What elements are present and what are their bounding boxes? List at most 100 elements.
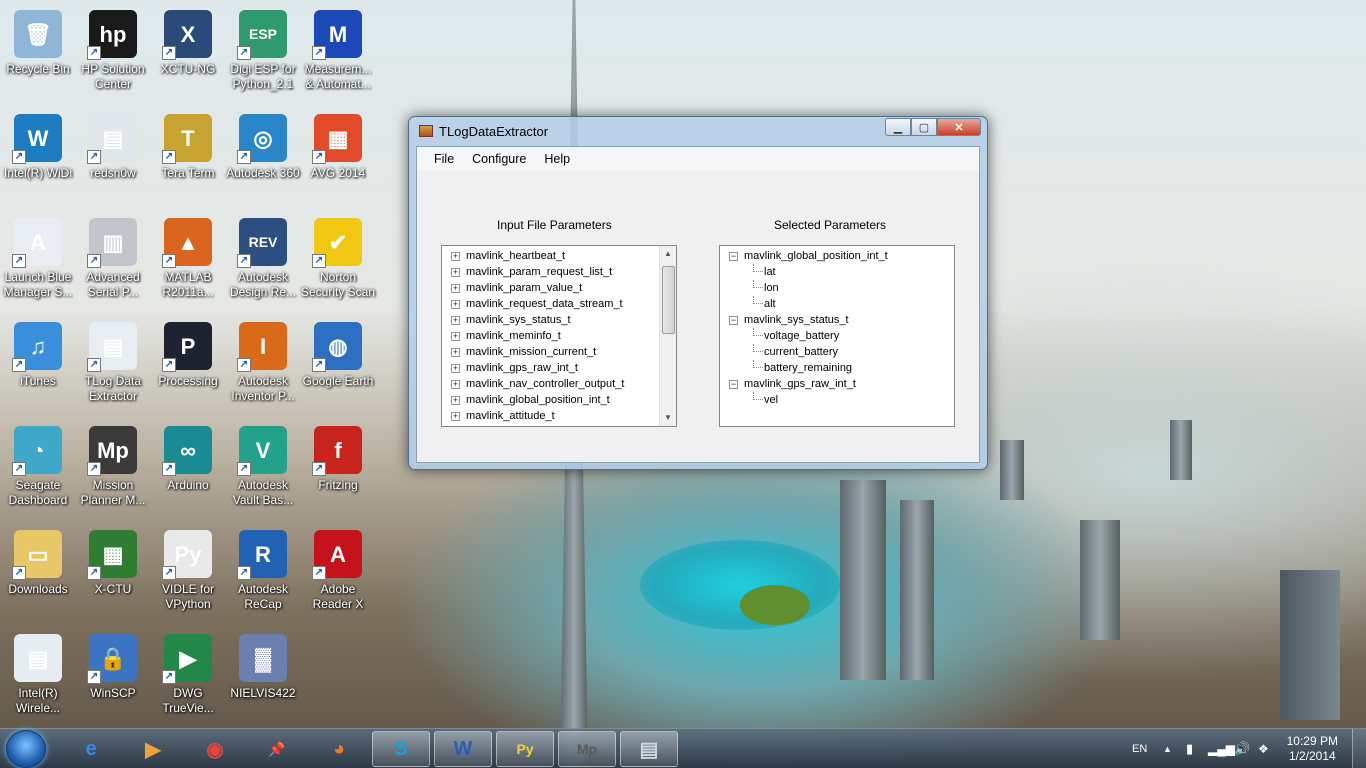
tree-child-node[interactable]: lon [720, 280, 954, 296]
desktop-icon[interactable]: X ↗ XCTU-NG [150, 4, 226, 104]
expand-icon[interactable]: + [451, 252, 460, 261]
expand-icon[interactable]: + [451, 348, 460, 357]
expand-icon[interactable]: + [451, 268, 460, 277]
mission-planner-icon[interactable]: Mp [558, 731, 616, 767]
show-hidden-icons-icon[interactable]: ▲ [1163, 729, 1172, 768]
desktop-icon[interactable]: ▶ ↗ DWG TrueVie... [150, 628, 226, 728]
tree-child-node[interactable]: battery_remaining [720, 360, 954, 376]
show-desktop-button[interactable] [1352, 729, 1366, 768]
input-tree-scrollbar[interactable]: ▲ ▼ [659, 246, 676, 426]
word-icon[interactable]: W [434, 731, 492, 767]
desktop-icon[interactable]: ▓ NIELVIS422 [225, 628, 301, 728]
desktop-icon[interactable]: ▲ ↗ MATLAB R2011a... [150, 212, 226, 312]
tree-node[interactable]: + mavlink_param_value_t [442, 280, 676, 296]
tree-node[interactable]: − mavlink_sys_status_t [720, 312, 954, 328]
desktop-icon[interactable]: 🗑 Recycle Bin [0, 4, 76, 104]
desktop-icon[interactable]: Py ↗ VIDLE for VPython [150, 524, 226, 624]
start-button[interactable] [6, 730, 46, 768]
input-parameters-tree[interactable]: + mavlink_heartbeat_t + mavlink_param_reque… [441, 245, 677, 427]
battery-icon[interactable]: ▮ [1186, 729, 1193, 768]
firefox-icon[interactable]: ◕ [310, 731, 368, 767]
internet-explorer-icon[interactable]: e [62, 731, 120, 767]
desktop-icon[interactable]: ✔ ↗ Norton Security Scan [300, 212, 376, 312]
language-indicator[interactable]: EN [1132, 729, 1147, 768]
minimize-button[interactable]: ▁ [885, 118, 911, 136]
collapse-icon[interactable]: − [729, 380, 738, 389]
collapse-icon[interactable]: − [729, 316, 738, 325]
tree-child-node[interactable]: alt [720, 296, 954, 312]
desktop-icon[interactable]: ▥ ↗ Advanced Serial P... [75, 212, 151, 312]
tree-node[interactable]: + mavlink_meminfo_t [442, 328, 676, 344]
scroll-up-arrow-icon[interactable]: ▲ [663, 249, 673, 259]
expand-icon[interactable]: + [451, 316, 460, 325]
menu-configure[interactable]: Configure [463, 152, 535, 166]
python-icon[interactable]: Py [496, 731, 554, 767]
expand-icon[interactable]: + [451, 284, 460, 293]
close-button[interactable]: ✕ [937, 118, 981, 136]
expand-icon[interactable]: + [451, 380, 460, 389]
volume-icon[interactable]: 🔊 [1234, 729, 1250, 768]
desktop-icon[interactable]: ▤ Intel(R) Wirele... [0, 628, 76, 728]
tlog-icon[interactable]: ▤ [620, 731, 678, 767]
desktop-icon[interactable]: ▦ ↗ X-CTU [75, 524, 151, 624]
tree-node[interactable]: + mavlink_heartbeat_t [442, 248, 676, 264]
tree-node[interactable]: + mavlink_attitude_t [442, 408, 676, 424]
desktop-icon[interactable]: ◍ ↗ Google Earth [300, 316, 376, 416]
tree-node[interactable]: − mavlink_global_position_int_t [720, 248, 954, 264]
desktop-icon[interactable]: ▤ ↗ TLog Data Extractor [75, 316, 151, 416]
scroll-down-arrow-icon[interactable]: ▼ [663, 413, 673, 423]
desktop-icon[interactable]: I ↗ Autodesk Inventor P... [225, 316, 301, 416]
selected-parameters-tree[interactable]: − mavlink_global_position_int_t lat lon alt −… [719, 245, 955, 427]
desktop-icon[interactable]: V ↗ Autodesk Vault Bas... [225, 420, 301, 520]
tree-node[interactable]: + mavlink_param_request_list_t [442, 264, 676, 280]
desktop-icon[interactable]: A ↗ Adobe Reader X [300, 524, 376, 624]
tlog-data-extractor-window[interactable]: TLogDataExtractor ▁ ▢ ✕ File Configure H… [408, 116, 988, 470]
chrome-icon[interactable]: ◉ [186, 731, 244, 767]
maximize-button[interactable]: ▢ [911, 118, 937, 136]
desktop-icon[interactable]: ∞ ↗ Arduino [150, 420, 226, 520]
tree-child-node[interactable]: vel [720, 392, 954, 408]
desktop-icon[interactable]: A ↗ Launch Blue Manager S... [0, 212, 76, 312]
tree-child-node[interactable]: current_battery [720, 344, 954, 360]
expand-icon[interactable]: + [451, 412, 460, 421]
collapse-icon[interactable]: − [729, 252, 738, 261]
expand-icon[interactable]: + [451, 300, 460, 309]
desktop-icon[interactable]: hp ↗ HP Solution Center [75, 4, 151, 104]
tree-child-node[interactable]: lat [720, 264, 954, 280]
clock[interactable]: 10:29 PM 1/2/2014 [1287, 734, 1338, 764]
tree-node[interactable]: + mavlink_request_data_stream_t [442, 296, 676, 312]
tree-node[interactable]: + mavlink_global_position_int_t [442, 392, 676, 408]
desktop-icon[interactable]: ▭ ↗ Downloads [0, 524, 76, 624]
menu-file[interactable]: File [425, 152, 463, 166]
desktop-icon[interactable]: R ↗ Autodesk ReCap [225, 524, 301, 624]
expand-icon[interactable]: + [451, 364, 460, 373]
tree-child-node[interactable]: voltage_battery [720, 328, 954, 344]
desktop-icon[interactable]: 🔒 ↗ WinSCP [75, 628, 151, 728]
desktop-icon[interactable]: P ↗ Processing [150, 316, 226, 416]
desktop-icon[interactable]: ◎ ↗ Autodesk 360 [225, 108, 301, 208]
desktop-icon[interactable]: f ↗ Fritzing [300, 420, 376, 520]
pushpin-icon[interactable]: 📌 [248, 731, 306, 767]
desktop-icon[interactable]: Mp ↗ Mission Planner M... [75, 420, 151, 520]
dropbox-icon[interactable]: ❖ [1258, 729, 1269, 768]
app-icon[interactable] [419, 125, 433, 137]
desktop-icon[interactable]: ♫ ↗ iTunes [0, 316, 76, 416]
desktop-icon[interactable]: ▤ ↗ redsn0w [75, 108, 151, 208]
tree-node[interactable]: + mavlink_mission_current_t [442, 344, 676, 360]
tree-node[interactable]: − mavlink_gps_raw_int_t [720, 376, 954, 392]
media-player-icon[interactable]: ▶ [124, 731, 182, 767]
desktop-icon[interactable]: T ↗ Tera Term [150, 108, 226, 208]
expand-icon[interactable]: + [451, 332, 460, 341]
tree-node[interactable]: + mavlink_sys_status_t [442, 312, 676, 328]
tree-node[interactable]: + mavlink_gps_raw_int_t [442, 360, 676, 376]
desktop-icon[interactable]: ◔ ↗ Seagate Dashboard [0, 420, 76, 520]
desktop-icon[interactable]: REV ↗ Autodesk Design Re... [225, 212, 301, 312]
desktop-icon[interactable]: ▦ ↗ AVG 2014 [300, 108, 376, 208]
expand-icon[interactable]: + [451, 396, 460, 405]
desktop-icon[interactable]: ESP ↗ Digi ESP for Python_2.1 [225, 4, 301, 104]
scroll-thumb[interactable] [662, 266, 675, 334]
desktop-icon[interactable]: W ↗ Intel(R) WiDi [0, 108, 76, 208]
title-bar[interactable]: TLogDataExtractor ▁ ▢ ✕ [409, 117, 987, 145]
menu-help[interactable]: Help [535, 152, 579, 166]
tree-node[interactable]: + mavlink_nav_controller_output_t [442, 376, 676, 392]
